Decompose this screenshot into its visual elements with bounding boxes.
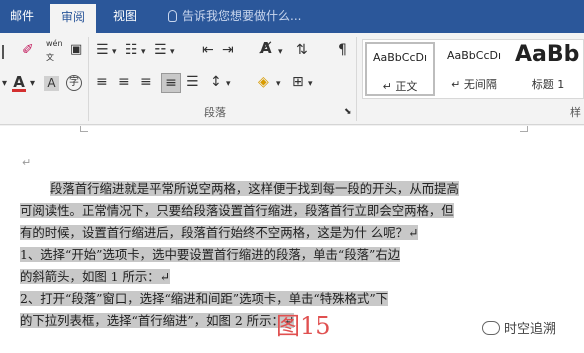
paragraph-group-label: 段落 bbox=[204, 106, 226, 119]
style-name: 标题 1 bbox=[531, 78, 565, 91]
ribbon: ✐ wén 文 ▣ ▾ A ▾ A 字 ☰ ▾ ☷ ▾ ☲ ▾ ⇤ ⇥ A̸ ▾ … bbox=[0, 33, 584, 125]
selected-text: 2、打开“段落”窗口，选择“缩进和间距”选项卡，单击“特殊格式”下 bbox=[20, 291, 389, 306]
borders-icon[interactable]: ⊞ bbox=[292, 75, 304, 89]
align-center-icon[interactable]: ≡ bbox=[118, 75, 130, 89]
style-sample: AaBb bbox=[515, 42, 580, 67]
dropdown-arrow-icon[interactable]: ▾ bbox=[278, 45, 283, 59]
clear-formatting-icon[interactable]: ✐ bbox=[22, 43, 34, 57]
justify-icon[interactable]: ≡ bbox=[161, 73, 181, 93]
font-color-icon[interactable]: A bbox=[12, 75, 26, 92]
doc-line: 段落首行缩进就是平常所说空两格，这样便于找到每一段的开头，从而提高 bbox=[20, 180, 459, 197]
styles-gallery: AaBbCcDı ↵ 正文 AaBbCcDı ↵ 无间隔 AaBb 标题 1 bbox=[362, 39, 584, 99]
selected-text: 可阅读性。正常情况下，只要给段落设置首行缩进，段落首行立即会空两格，但 bbox=[20, 203, 454, 218]
selected-text: 的斜箭头，如图 1 所示：↵ bbox=[20, 269, 171, 284]
dropdown-arrow-icon[interactable]: ▾ bbox=[141, 45, 146, 59]
align-right-icon[interactable]: ≡ bbox=[140, 75, 152, 89]
tab-view[interactable]: 视图 bbox=[113, 0, 137, 33]
dropdown-arrow-icon[interactable]: ▾ bbox=[226, 77, 231, 91]
dropdown-arrow-icon[interactable]: ▾ bbox=[170, 45, 175, 59]
selected-text: 1、选择“开始”选项卡，选中要设置首行缩进的段落，单击“段落”右边 bbox=[20, 247, 401, 262]
sort-icon[interactable]: ⇅ bbox=[296, 43, 308, 57]
dropdown-arrow-icon[interactable]: ▾ bbox=[276, 77, 281, 91]
dropdown-arrow-icon[interactable]: ▾ bbox=[112, 45, 117, 59]
watermark-text: 时空追溯 bbox=[504, 322, 557, 337]
doc-line: 有的时候，设置首行缩进后，段落首行始终不空两格，这是为什 么呢？↵ bbox=[20, 224, 419, 241]
tell-me-text: 告诉我您想要做什么... bbox=[182, 9, 302, 23]
tab-mailings[interactable]: 邮件 bbox=[10, 0, 34, 33]
increase-indent-icon[interactable]: ⇥ bbox=[222, 43, 234, 57]
char-shading-icon[interactable]: A bbox=[44, 76, 59, 91]
dropdown-arrow-icon[interactable]: ▾ bbox=[2, 77, 7, 91]
dropdown-arrow-icon[interactable]: ▾ bbox=[308, 77, 313, 91]
styles-group-label: 样 bbox=[570, 106, 581, 119]
style-heading-1[interactable]: AaBb 标题 1 bbox=[513, 42, 583, 96]
style-sample: AaBbCcDı bbox=[446, 49, 502, 62]
style-normal[interactable]: AaBbCcDı ↵ 正文 bbox=[365, 42, 435, 96]
tell-me-box[interactable]: 告诉我您想要做什么... bbox=[168, 0, 301, 33]
phonetic-glyph: wén bbox=[46, 39, 63, 48]
show-marks-icon[interactable]: ¶ bbox=[338, 43, 347, 57]
style-no-spacing[interactable]: AaBbCcDı ↵ 无间隔 bbox=[439, 42, 509, 96]
doc-line: 可阅读性。正常情况下，只要给段落设置首行缩进，段落首行立即会空两格，但 bbox=[20, 202, 454, 219]
style-name: ↵ 无间隔 bbox=[451, 78, 497, 91]
scroll-fragment-icon bbox=[2, 45, 10, 59]
group-separator bbox=[356, 37, 357, 121]
group-separator bbox=[88, 37, 89, 121]
tab-review[interactable]: 审阅 bbox=[50, 4, 96, 33]
watermark: 时空追溯 bbox=[482, 318, 556, 337]
wechat-icon bbox=[482, 321, 500, 335]
bullets-icon[interactable]: ☰ bbox=[96, 43, 109, 57]
decrease-indent-icon[interactable]: ⇤ bbox=[202, 43, 214, 57]
doc-line: 的下拉列表框，选择“首行缩进”，如图 2 所示：↵ bbox=[20, 312, 295, 329]
selected-text: 有的时候，设置首行缩进后，段落首行始终不空两格，这是为什 么呢？↵ bbox=[20, 225, 419, 240]
margin-corner-mark bbox=[520, 126, 528, 132]
dropdown-arrow-icon[interactable]: ▾ bbox=[30, 77, 35, 91]
ribbon-tab-bar: 邮件 审阅 视图 告诉我您想要做什么... bbox=[0, 0, 584, 33]
distributed-icon[interactable]: ☰ bbox=[186, 75, 199, 89]
selected-text: 段落首行缩进就是平常所说空两格，这样便于找到每一段的开头，从而提高 bbox=[50, 181, 459, 196]
figure-label: 图15 bbox=[276, 312, 331, 340]
style-sample: AaBbCcDı bbox=[372, 51, 428, 64]
lightbulb-icon bbox=[168, 10, 177, 22]
align-left-icon[interactable]: ≡ bbox=[96, 75, 108, 89]
line-spacing-icon[interactable]: ↕ bbox=[210, 75, 222, 89]
doc-line: 2、打开“段落”窗口，选择“缩进和间距”选项卡，单击“特殊格式”下 bbox=[20, 290, 389, 307]
document-page[interactable]: ↵ 段落首行缩进就是平常所说空两格，这样便于找到每一段的开头，从而提高 可阅读性… bbox=[0, 126, 584, 353]
phonetic-guide-icon[interactable]: wén 文 bbox=[46, 37, 63, 65]
shading-icon[interactable]: ◈ bbox=[258, 75, 269, 89]
multilevel-list-icon[interactable]: ☲ bbox=[154, 43, 167, 57]
style-name: ↵ 正文 bbox=[382, 80, 418, 93]
selected-text: 的下拉列表框，选择“首行缩进”，如图 2 所示：↵ bbox=[20, 313, 295, 328]
paragraph-mark: ↵ bbox=[22, 156, 32, 169]
char-border-icon[interactable]: ▣ bbox=[70, 43, 82, 57]
numbering-icon[interactable]: ☷ bbox=[125, 43, 138, 57]
doc-line: 1、选择“开始”选项卡，选中要设置首行缩进的段落，单击“段落”右边 bbox=[20, 246, 401, 263]
dialog-launcher-icon[interactable]: ⬊ bbox=[344, 105, 352, 119]
chinese-layout-icon[interactable]: A̸ bbox=[260, 41, 272, 56]
margin-corner-mark bbox=[80, 126, 88, 132]
enclosed-char-icon[interactable]: 字 bbox=[66, 75, 82, 91]
doc-line: 的斜箭头，如图 1 所示：↵ bbox=[20, 268, 171, 285]
